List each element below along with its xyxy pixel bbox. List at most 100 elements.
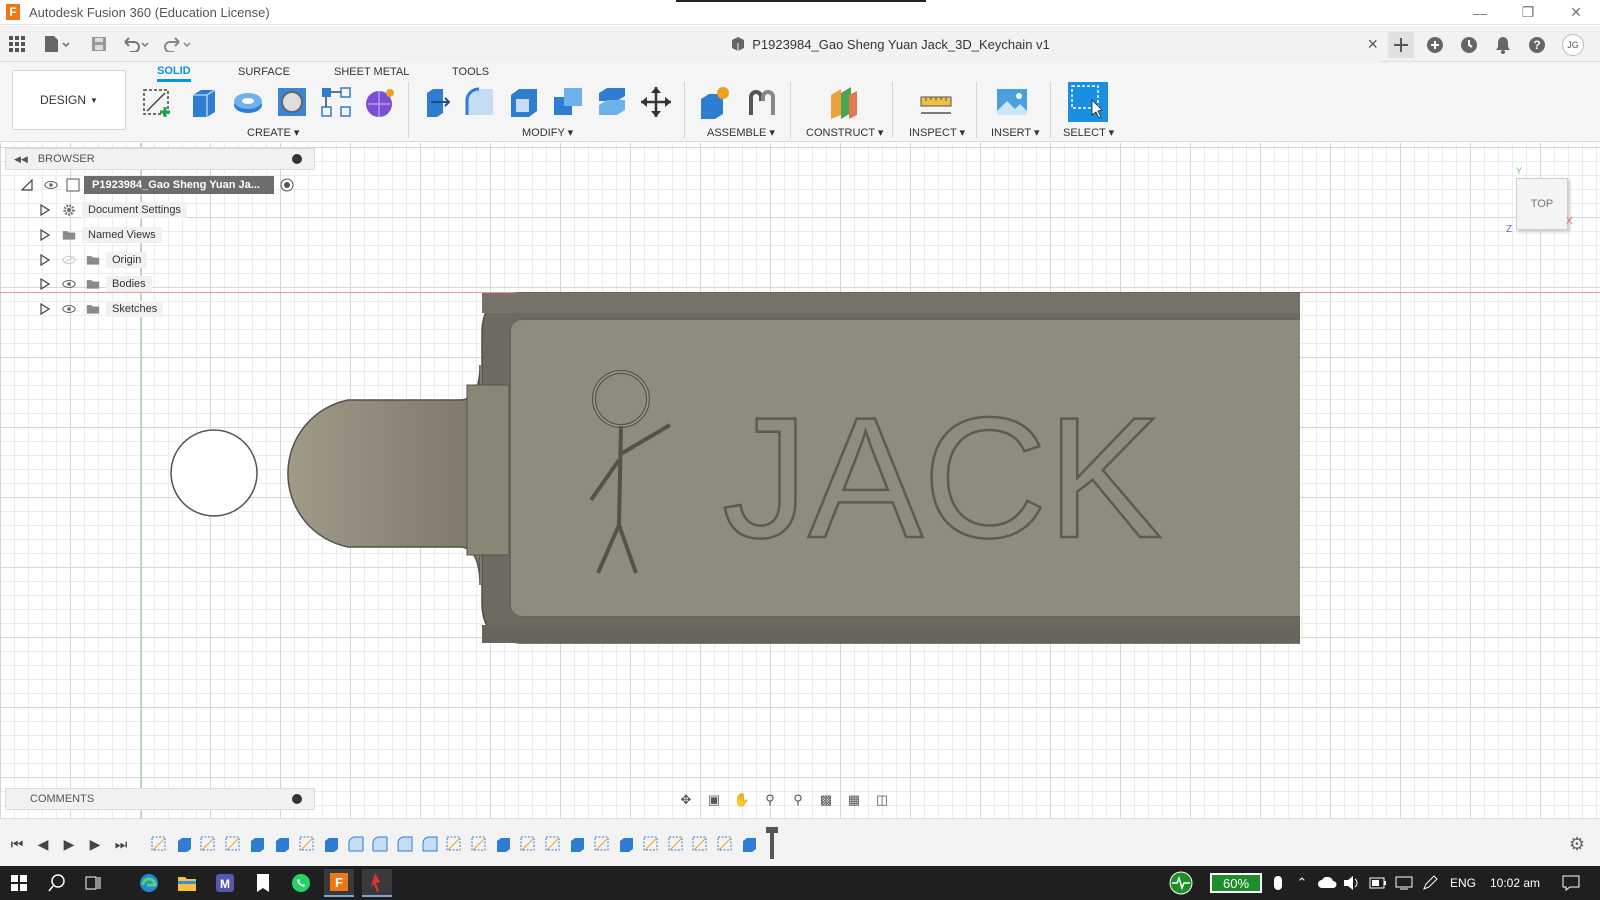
new-component-icon[interactable] (696, 84, 732, 120)
health-monitor-icon[interactable] (1166, 869, 1196, 897)
timeline-marker[interactable] (770, 829, 774, 859)
tab-tools[interactable]: TOOLS (452, 62, 489, 82)
user-avatar[interactable]: JG (1560, 32, 1586, 58)
file-menu-icon[interactable] (40, 32, 74, 56)
cloud-icon[interactable] (1316, 869, 1340, 897)
hole-icon[interactable] (274, 84, 310, 120)
grid-settings-icon[interactable]: ▦ (843, 789, 865, 811)
create-sketch-icon[interactable] (140, 84, 176, 120)
language-indicator[interactable]: ENG (1450, 866, 1476, 900)
battery-icon[interactable] (1366, 869, 1390, 897)
skip-to-start-icon[interactable]: ⏮ (8, 835, 26, 853)
revolve-icon[interactable] (230, 84, 266, 120)
timeline-sketch-feature-icon[interactable] (691, 835, 709, 853)
undo-icon[interactable] (120, 32, 152, 56)
timeline-sketch-feature-icon[interactable] (445, 835, 463, 853)
teams-icon[interactable]: M (210, 869, 240, 897)
triangle-collapsed-icon[interactable] (38, 302, 52, 316)
search-icon[interactable] (42, 869, 72, 897)
press-pull-icon[interactable] (418, 84, 454, 120)
document-tab[interactable]: P1923984_Gao Sheng Yuan Jack_3D_Keychain… (400, 26, 1380, 62)
browser-item-sketches[interactable]: Sketches (38, 299, 164, 319)
insert-group-label[interactable]: INSERT ▾ (991, 126, 1040, 139)
pen-icon[interactable] (1418, 869, 1442, 897)
whatsapp-icon[interactable] (286, 869, 316, 897)
timeline-sketch-feature-icon[interactable] (544, 835, 562, 853)
redo-icon[interactable] (162, 32, 194, 56)
step-forward-icon[interactable]: ▶ (86, 835, 104, 853)
job-status-clock-icon[interactable] (1456, 32, 1482, 58)
look-at-icon[interactable]: ▣ (703, 789, 725, 811)
timeline-fillet-feature-icon[interactable] (371, 835, 389, 853)
fillet-icon[interactable] (462, 84, 498, 120)
activate-radio-icon[interactable] (280, 178, 294, 192)
skip-to-end-icon[interactable]: ⏭ (112, 835, 130, 853)
help-icon[interactable]: ? (1524, 32, 1550, 58)
browser-item-bodies[interactable]: Bodies (38, 274, 152, 294)
keychain-model[interactable]: JACK (130, 285, 1300, 660)
timeline-sketch-feature-icon[interactable] (298, 835, 316, 853)
timeline-extrude-feature-icon[interactable] (568, 835, 586, 853)
display-icon[interactable] (1392, 869, 1416, 897)
measure-icon[interactable] (918, 84, 954, 120)
create-group-label[interactable]: CREATE ▾ (247, 126, 299, 139)
timeline-extrude-feature-icon[interactable] (248, 835, 266, 853)
joint-icon[interactable] (744, 84, 780, 120)
inspect-group-label[interactable]: INSPECT ▾ (909, 126, 965, 139)
shell-icon[interactable] (506, 84, 542, 120)
comments-panel[interactable]: COMMENTS (5, 788, 315, 810)
data-panel-grid-icon[interactable] (6, 32, 28, 56)
battery-percentage[interactable]: 60% (1210, 873, 1262, 893)
timeline-sketch-feature-icon[interactable] (667, 835, 685, 853)
collapse-arrow-icon[interactable]: ◀◀ (14, 154, 28, 165)
split-body-icon[interactable] (594, 84, 630, 120)
add-comment-icon[interactable] (292, 794, 302, 804)
edge-browser-icon[interactable] (134, 869, 164, 897)
display-settings-icon[interactable]: ▩ (815, 789, 837, 811)
pan-hand-icon[interactable]: ✋ (731, 789, 753, 811)
browser-header[interactable]: ◀◀ BROWSER (5, 148, 315, 170)
visibility-eye-icon[interactable] (44, 178, 58, 192)
create-form-icon[interactable] (362, 84, 398, 120)
browser-item-named-views[interactable]: Named Views (38, 225, 162, 245)
visibility-eye-icon[interactable] (62, 302, 76, 316)
tab-sheet-metal[interactable]: SHEET METAL (334, 62, 409, 82)
view-cube[interactable]: TOP (1516, 178, 1568, 230)
restore-button[interactable]: ❐ (1504, 0, 1552, 25)
move-copy-icon[interactable] (638, 84, 674, 120)
new-tab-plus-icon[interactable] (1388, 32, 1414, 58)
timeline-sketch-feature-icon[interactable] (224, 835, 242, 853)
tab-solid[interactable]: SOLID (157, 62, 191, 82)
triangle-expanded-icon[interactable] (20, 178, 34, 192)
offset-plane-icon[interactable] (826, 84, 862, 120)
play-icon[interactable]: ▶ (60, 835, 78, 853)
modify-group-label[interactable]: MODIFY ▾ (522, 126, 573, 139)
minimize-button[interactable]: — (1456, 0, 1504, 25)
combine-icon[interactable] (550, 84, 586, 120)
timeline-extrude-feature-icon[interactable] (740, 835, 758, 853)
triangle-collapsed-icon[interactable] (38, 228, 52, 242)
browser-root-row[interactable]: P1923984_Gao Sheng Yuan Ja... (20, 175, 294, 195)
system-clock[interactable]: 10:02 am (1490, 866, 1540, 900)
pin-panel-icon[interactable] (292, 154, 302, 164)
action-center-icon[interactable] (1556, 869, 1586, 897)
viewports-icon[interactable]: ◫ (871, 789, 893, 811)
insert-canvas-icon[interactable] (994, 84, 1030, 120)
orbit-icon[interactable]: ✥ (675, 789, 697, 811)
notes-app-icon[interactable] (248, 869, 278, 897)
timeline-extrude-feature-icon[interactable] (273, 835, 291, 853)
timeline-extrude-feature-icon[interactable] (494, 835, 512, 853)
timeline-sketch-feature-icon[interactable] (470, 835, 488, 853)
workspace-switcher-button[interactable]: DESIGN ▼ (12, 70, 126, 130)
browser-item-origin[interactable]: Origin (38, 250, 148, 270)
mouse-icon[interactable] (1268, 869, 1288, 897)
timeline-extrude-feature-icon[interactable] (175, 835, 193, 853)
close-window-button[interactable]: ✕ (1552, 0, 1600, 25)
timeline-sketch-feature-icon[interactable] (150, 835, 168, 853)
task-view-icon[interactable] (78, 869, 108, 897)
save-icon[interactable] (88, 32, 110, 56)
fusion-taskbar-icon[interactable]: F (324, 869, 354, 897)
timeline-extrude-feature-icon[interactable] (322, 835, 340, 853)
close-document-button[interactable]: × (1367, 34, 1378, 55)
timeline-fillet-feature-icon[interactable] (347, 835, 365, 853)
